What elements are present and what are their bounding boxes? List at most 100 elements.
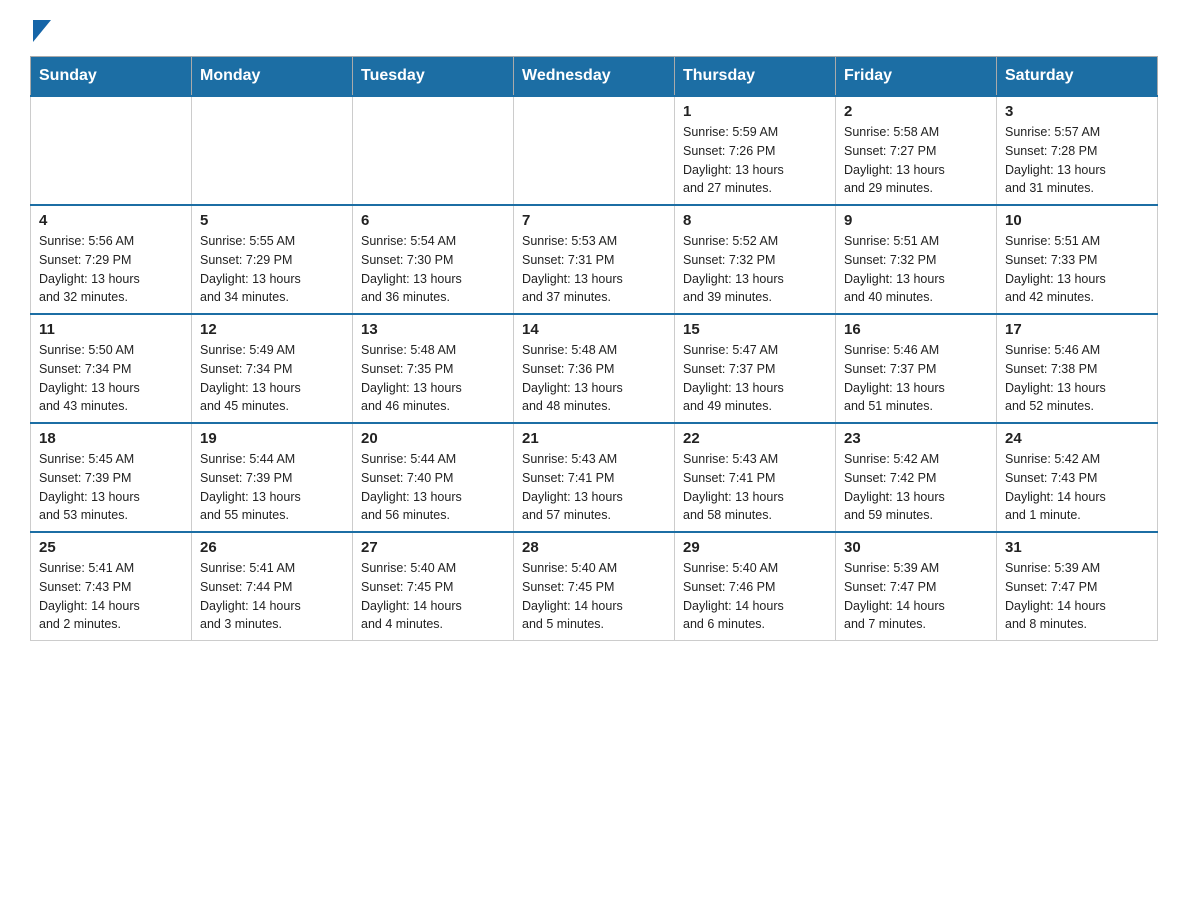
- calendar-cell: 26 Sunrise: 5:41 AM Sunset: 7:44 PM Dayli…: [192, 532, 353, 641]
- calendar-cell: 5 Sunrise: 5:55 AM Sunset: 7:29 PM Daylig…: [192, 205, 353, 314]
- day-info: Sunrise: 5:42 AM Sunset: 7:42 PM Dayligh…: [844, 450, 988, 525]
- calendar-cell: 13 Sunrise: 5:48 AM Sunset: 7:35 PM Dayli…: [353, 314, 514, 423]
- day-number: 20: [361, 430, 505, 447]
- calendar-cell: 18 Sunrise: 5:45 AM Sunset: 7:39 PM Dayli…: [31, 423, 192, 532]
- calendar-week-3: 11 Sunrise: 5:50 AM Sunset: 7:34 PM Dayli…: [31, 314, 1158, 423]
- weekday-header-monday: Monday: [192, 57, 353, 97]
- day-info: Sunrise: 5:46 AM Sunset: 7:37 PM Dayligh…: [844, 341, 988, 416]
- day-info: Sunrise: 5:39 AM Sunset: 7:47 PM Dayligh…: [844, 559, 988, 634]
- day-info: Sunrise: 5:48 AM Sunset: 7:36 PM Dayligh…: [522, 341, 666, 416]
- day-info: Sunrise: 5:44 AM Sunset: 7:40 PM Dayligh…: [361, 450, 505, 525]
- calendar-week-4: 18 Sunrise: 5:45 AM Sunset: 7:39 PM Dayli…: [31, 423, 1158, 532]
- day-info: Sunrise: 5:43 AM Sunset: 7:41 PM Dayligh…: [522, 450, 666, 525]
- calendar-cell: 30 Sunrise: 5:39 AM Sunset: 7:47 PM Dayli…: [836, 532, 997, 641]
- calendar-cell: [192, 96, 353, 205]
- day-number: 12: [200, 321, 344, 338]
- day-number: 6: [361, 212, 505, 229]
- day-number: 10: [1005, 212, 1149, 229]
- weekday-header-thursday: Thursday: [675, 57, 836, 97]
- day-info: Sunrise: 5:41 AM Sunset: 7:43 PM Dayligh…: [39, 559, 183, 634]
- day-info: Sunrise: 5:44 AM Sunset: 7:39 PM Dayligh…: [200, 450, 344, 525]
- calendar-cell: 11 Sunrise: 5:50 AM Sunset: 7:34 PM Dayli…: [31, 314, 192, 423]
- calendar-cell: [353, 96, 514, 205]
- calendar-cell: 7 Sunrise: 5:53 AM Sunset: 7:31 PM Daylig…: [514, 205, 675, 314]
- day-info: Sunrise: 5:52 AM Sunset: 7:32 PM Dayligh…: [683, 232, 827, 307]
- calendar-cell: 19 Sunrise: 5:44 AM Sunset: 7:39 PM Dayli…: [192, 423, 353, 532]
- calendar-cell: 3 Sunrise: 5:57 AM Sunset: 7:28 PM Daylig…: [997, 96, 1158, 205]
- day-info: Sunrise: 5:59 AM Sunset: 7:26 PM Dayligh…: [683, 123, 827, 198]
- calendar-cell: 14 Sunrise: 5:48 AM Sunset: 7:36 PM Dayli…: [514, 314, 675, 423]
- calendar-week-5: 25 Sunrise: 5:41 AM Sunset: 7:43 PM Dayli…: [31, 532, 1158, 641]
- calendar-week-1: 1 Sunrise: 5:59 AM Sunset: 7:26 PM Daylig…: [31, 96, 1158, 205]
- calendar-cell: 8 Sunrise: 5:52 AM Sunset: 7:32 PM Daylig…: [675, 205, 836, 314]
- calendar-cell: 6 Sunrise: 5:54 AM Sunset: 7:30 PM Daylig…: [353, 205, 514, 314]
- weekday-header-tuesday: Tuesday: [353, 57, 514, 97]
- day-info: Sunrise: 5:57 AM Sunset: 7:28 PM Dayligh…: [1005, 123, 1149, 198]
- day-info: Sunrise: 5:55 AM Sunset: 7:29 PM Dayligh…: [200, 232, 344, 307]
- day-number: 31: [1005, 539, 1149, 556]
- day-info: Sunrise: 5:41 AM Sunset: 7:44 PM Dayligh…: [200, 559, 344, 634]
- calendar-cell: 12 Sunrise: 5:49 AM Sunset: 7:34 PM Dayli…: [192, 314, 353, 423]
- day-info: Sunrise: 5:40 AM Sunset: 7:45 PM Dayligh…: [522, 559, 666, 634]
- day-info: Sunrise: 5:42 AM Sunset: 7:43 PM Dayligh…: [1005, 450, 1149, 525]
- day-number: 17: [1005, 321, 1149, 338]
- day-info: Sunrise: 5:40 AM Sunset: 7:46 PM Dayligh…: [683, 559, 827, 634]
- calendar-cell: 21 Sunrise: 5:43 AM Sunset: 7:41 PM Dayli…: [514, 423, 675, 532]
- day-number: 24: [1005, 430, 1149, 447]
- day-number: 2: [844, 103, 988, 120]
- weekday-header-sunday: Sunday: [31, 57, 192, 97]
- day-number: 18: [39, 430, 183, 447]
- calendar-cell: 2 Sunrise: 5:58 AM Sunset: 7:27 PM Daylig…: [836, 96, 997, 205]
- day-number: 29: [683, 539, 827, 556]
- day-info: Sunrise: 5:39 AM Sunset: 7:47 PM Dayligh…: [1005, 559, 1149, 634]
- calendar-cell: 10 Sunrise: 5:51 AM Sunset: 7:33 PM Dayli…: [997, 205, 1158, 314]
- day-number: 22: [683, 430, 827, 447]
- calendar-cell: 23 Sunrise: 5:42 AM Sunset: 7:42 PM Dayli…: [836, 423, 997, 532]
- day-info: Sunrise: 5:54 AM Sunset: 7:30 PM Dayligh…: [361, 232, 505, 307]
- day-number: 28: [522, 539, 666, 556]
- calendar-cell: 27 Sunrise: 5:40 AM Sunset: 7:45 PM Dayli…: [353, 532, 514, 641]
- day-number: 5: [200, 212, 344, 229]
- day-number: 13: [361, 321, 505, 338]
- day-info: Sunrise: 5:45 AM Sunset: 7:39 PM Dayligh…: [39, 450, 183, 525]
- calendar-cell: 20 Sunrise: 5:44 AM Sunset: 7:40 PM Dayli…: [353, 423, 514, 532]
- page-header: [30, 20, 1158, 36]
- day-info: Sunrise: 5:50 AM Sunset: 7:34 PM Dayligh…: [39, 341, 183, 416]
- day-info: Sunrise: 5:53 AM Sunset: 7:31 PM Dayligh…: [522, 232, 666, 307]
- day-number: 14: [522, 321, 666, 338]
- day-number: 26: [200, 539, 344, 556]
- weekday-header-wednesday: Wednesday: [514, 57, 675, 97]
- day-number: 8: [683, 212, 827, 229]
- day-number: 15: [683, 321, 827, 338]
- weekday-header-saturday: Saturday: [997, 57, 1158, 97]
- day-number: 11: [39, 321, 183, 338]
- calendar-cell: [514, 96, 675, 205]
- calendar-cell: 17 Sunrise: 5:46 AM Sunset: 7:38 PM Dayli…: [997, 314, 1158, 423]
- day-number: 27: [361, 539, 505, 556]
- day-info: Sunrise: 5:46 AM Sunset: 7:38 PM Dayligh…: [1005, 341, 1149, 416]
- day-info: Sunrise: 5:40 AM Sunset: 7:45 PM Dayligh…: [361, 559, 505, 634]
- day-number: 4: [39, 212, 183, 229]
- day-info: Sunrise: 5:49 AM Sunset: 7:34 PM Dayligh…: [200, 341, 344, 416]
- calendar-cell: 22 Sunrise: 5:43 AM Sunset: 7:41 PM Dayli…: [675, 423, 836, 532]
- day-number: 21: [522, 430, 666, 447]
- day-info: Sunrise: 5:51 AM Sunset: 7:33 PM Dayligh…: [1005, 232, 1149, 307]
- day-number: 23: [844, 430, 988, 447]
- day-info: Sunrise: 5:58 AM Sunset: 7:27 PM Dayligh…: [844, 123, 988, 198]
- day-info: Sunrise: 5:56 AM Sunset: 7:29 PM Dayligh…: [39, 232, 183, 307]
- calendar-header-row: SundayMondayTuesdayWednesdayThursdayFrid…: [31, 57, 1158, 97]
- day-info: Sunrise: 5:43 AM Sunset: 7:41 PM Dayligh…: [683, 450, 827, 525]
- day-number: 3: [1005, 103, 1149, 120]
- weekday-header-friday: Friday: [836, 57, 997, 97]
- day-number: 19: [200, 430, 344, 447]
- calendar-table: SundayMondayTuesdayWednesdayThursdayFrid…: [30, 56, 1158, 641]
- day-number: 30: [844, 539, 988, 556]
- day-number: 1: [683, 103, 827, 120]
- day-number: 7: [522, 212, 666, 229]
- day-info: Sunrise: 5:51 AM Sunset: 7:32 PM Dayligh…: [844, 232, 988, 307]
- day-number: 25: [39, 539, 183, 556]
- logo-triangle-icon: [33, 20, 51, 47]
- day-info: Sunrise: 5:48 AM Sunset: 7:35 PM Dayligh…: [361, 341, 505, 416]
- day-info: Sunrise: 5:47 AM Sunset: 7:37 PM Dayligh…: [683, 341, 827, 416]
- calendar-cell: [31, 96, 192, 205]
